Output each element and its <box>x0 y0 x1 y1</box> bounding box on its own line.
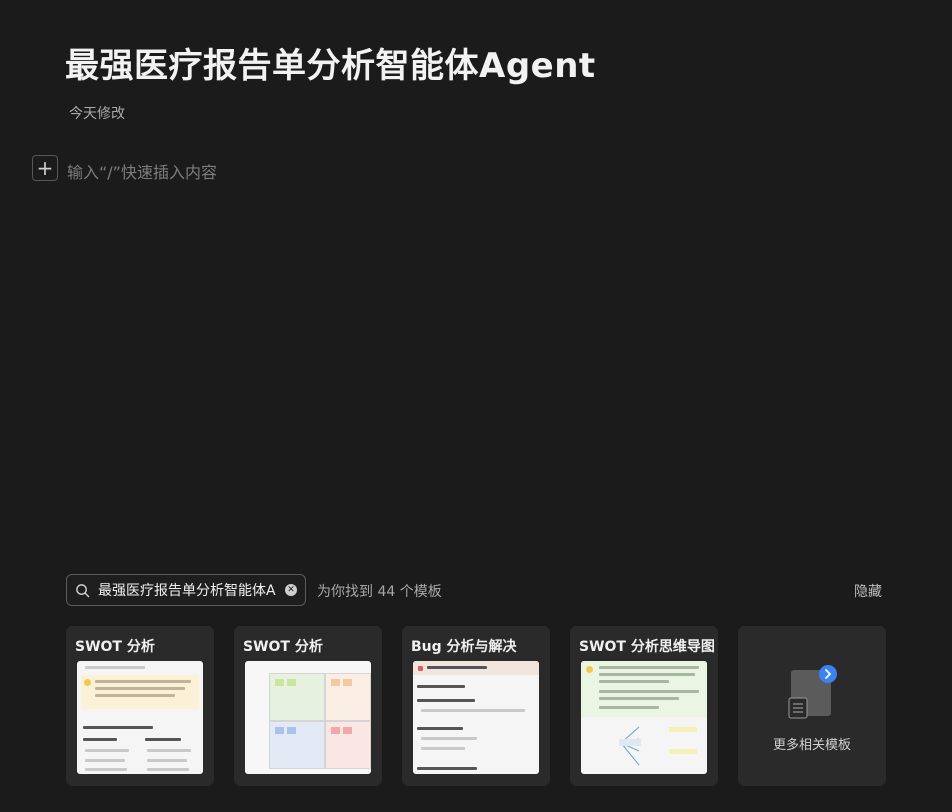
clear-icon[interactable]: ✕ <box>285 584 297 596</box>
template-card[interactable]: SWOT 分析 <box>234 626 382 786</box>
more-templates-label: 更多相关模板 <box>772 738 851 753</box>
modified-label: 今天修改 <box>69 106 125 122</box>
template-card[interactable]: Bug 分析与解决 <box>402 626 550 786</box>
more-templates-card[interactable]: 更多相关模板 <box>738 626 886 786</box>
template-card[interactable]: SWOT 分析思维导图 <box>570 626 718 786</box>
template-thumbnail <box>245 661 371 774</box>
templates-icon <box>788 665 837 719</box>
template-search[interactable]: 最强医疗报告单分析智能体A ✕ <box>66 574 306 606</box>
plus-icon: + <box>36 156 54 180</box>
add-block-button[interactable]: + <box>32 155 58 181</box>
template-card-title: SWOT 分析 <box>75 639 155 655</box>
search-input[interactable]: 最强医疗报告单分析智能体A <box>98 580 281 600</box>
template-card-title: SWOT 分析 <box>243 639 323 655</box>
template-card-title: Bug 分析与解决 <box>411 639 517 655</box>
template-thumbnail <box>413 661 539 774</box>
doc-title[interactable]: 最强医疗报告单分析智能体Agent <box>65 38 596 87</box>
template-card-title: SWOT 分析思维导图 <box>579 639 715 655</box>
found-count: 为你找到 44 个模板 <box>317 584 442 600</box>
search-icon <box>76 583 90 597</box>
template-card[interactable]: SWOT 分析 <box>66 626 214 786</box>
hide-templates-button[interactable]: 隐藏 <box>854 581 882 601</box>
template-thumbnail <box>77 661 203 774</box>
template-thumbnail <box>581 661 707 774</box>
insert-placeholder[interactable]: 输入“/”快速插入内容 <box>67 159 217 183</box>
